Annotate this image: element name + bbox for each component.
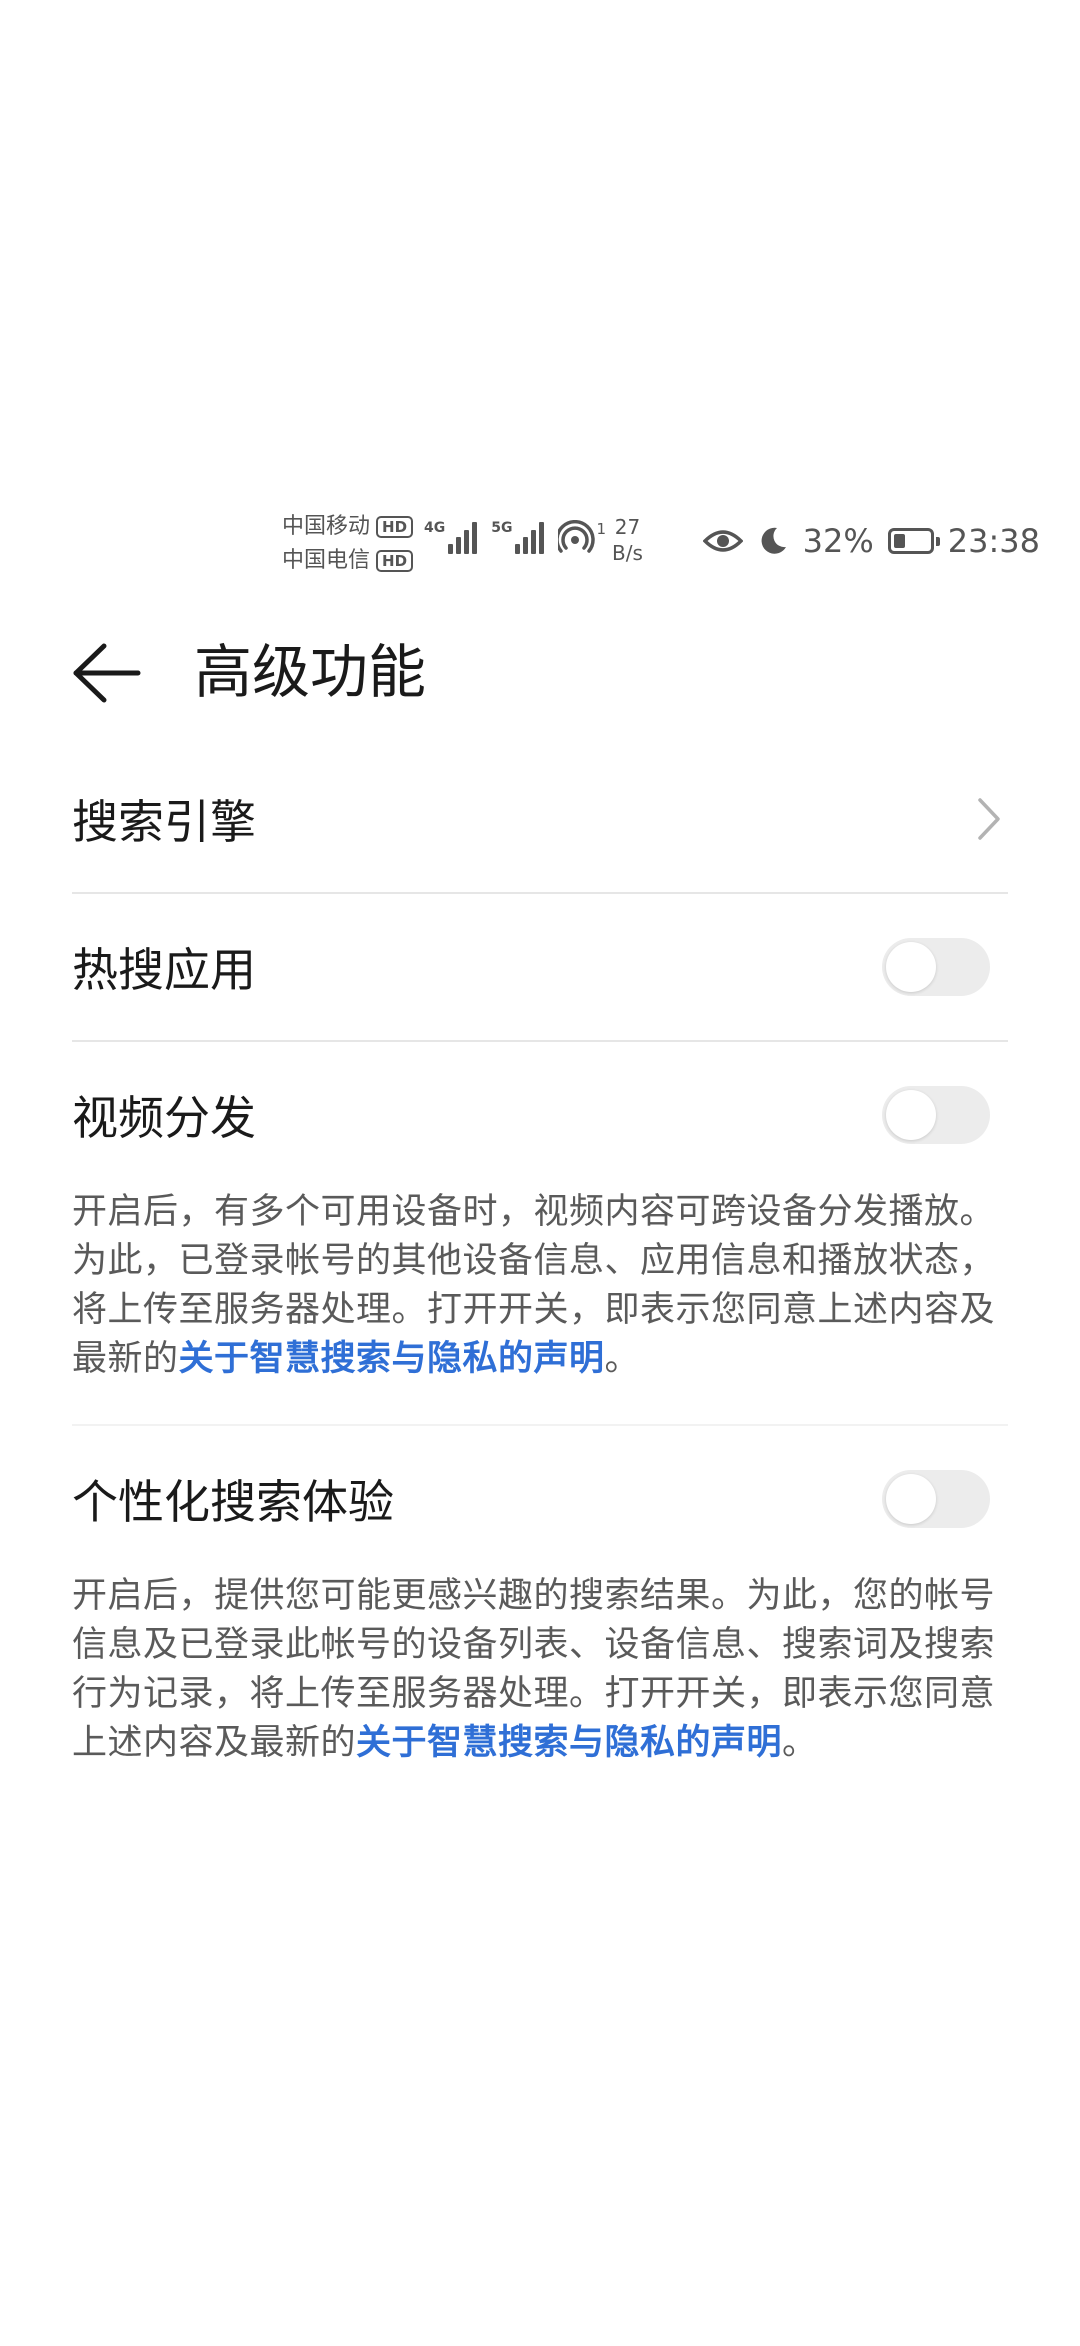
- description-suffix: 。: [782, 1723, 818, 1763]
- signal-bars-1-icon: [448, 520, 478, 554]
- settings-list: 搜索引擎 热搜应用 视频分发 开启后，有多个可用设备时，视频内容可跨设备分发播放…: [72, 746, 1008, 1808]
- description-suffix: 。: [604, 1339, 641, 1379]
- clock: 23:38: [947, 522, 1040, 560]
- toggle-knob: [886, 1474, 936, 1524]
- battery-fill: [893, 534, 905, 548]
- carrier-1-name: 中国移动: [282, 514, 371, 539]
- personalized-search-toggle[interactable]: [882, 1470, 990, 1528]
- chevron-right-icon: [978, 798, 1000, 840]
- search-engine-label: 搜索引擎: [72, 795, 256, 849]
- hotspot-count: 1: [596, 520, 607, 538]
- signal-indicators: 4G 5G 1: [424, 520, 606, 554]
- network-type-2: 5G: [491, 520, 513, 536]
- hd-badge-1: HD: [376, 516, 414, 538]
- video-distribution-label: 视频分发: [72, 1091, 256, 1145]
- privacy-statement-link[interactable]: 关于智慧搜索与隐私的声明: [179, 1339, 605, 1379]
- video-distribution-description: 开启后，有多个可用设备时，视频内容可跨设备分发播放。为此，已登录帐号的其他设备信…: [72, 1188, 1008, 1424]
- signal-bars-2-icon: [515, 520, 545, 554]
- toggle-knob: [886, 942, 936, 992]
- video-distribution-toggle[interactable]: [882, 1086, 990, 1144]
- battery-percent: 32%: [802, 522, 874, 560]
- status-right: 32% 23:38: [702, 522, 1040, 560]
- toggle-knob: [886, 1090, 936, 1140]
- hot-search-apps-row: 热搜应用: [72, 894, 1008, 1040]
- personalized-search-label: 个性化搜索体验: [72, 1475, 394, 1529]
- hot-search-apps-toggle[interactable]: [882, 938, 990, 996]
- back-arrow-icon[interactable]: [68, 640, 144, 706]
- network-speed: 27 B/s: [612, 514, 643, 566]
- personalized-search-description: 开启后，提供您可能更感兴趣的搜索结果。为此，您的帐号信息及已登录此帐号的设备列表…: [72, 1572, 1008, 1808]
- speed-unit: B/s: [612, 541, 643, 565]
- personalized-search-row: 个性化搜索体验: [72, 1426, 1008, 1572]
- moon-icon: [761, 527, 786, 554]
- carrier-info: 中国移动 HD 中国电信 HD: [282, 510, 414, 578]
- search-engine-row[interactable]: 搜索引擎: [72, 746, 1008, 892]
- page-title: 高级功能: [194, 638, 427, 706]
- carrier-2-name: 中国电信: [282, 548, 371, 573]
- speed-value: 27: [614, 515, 641, 539]
- privacy-statement-link[interactable]: 关于智慧搜索与隐私的声明: [356, 1723, 782, 1763]
- network-type-1: 4G: [424, 520, 446, 536]
- app-header: 高级功能: [0, 620, 1080, 720]
- battery-icon: [887, 528, 940, 554]
- hotspot-icon: [558, 520, 596, 553]
- status-bar: 中国移动 HD 中国电信 HD 4G 5G 1 27 B/s 32% 23:38: [0, 504, 1080, 580]
- eye-icon: [702, 530, 743, 552]
- hd-badge-2: HD: [376, 550, 414, 572]
- video-distribution-row: 视频分发: [72, 1042, 1008, 1188]
- hot-search-apps-label: 热搜应用: [72, 943, 256, 997]
